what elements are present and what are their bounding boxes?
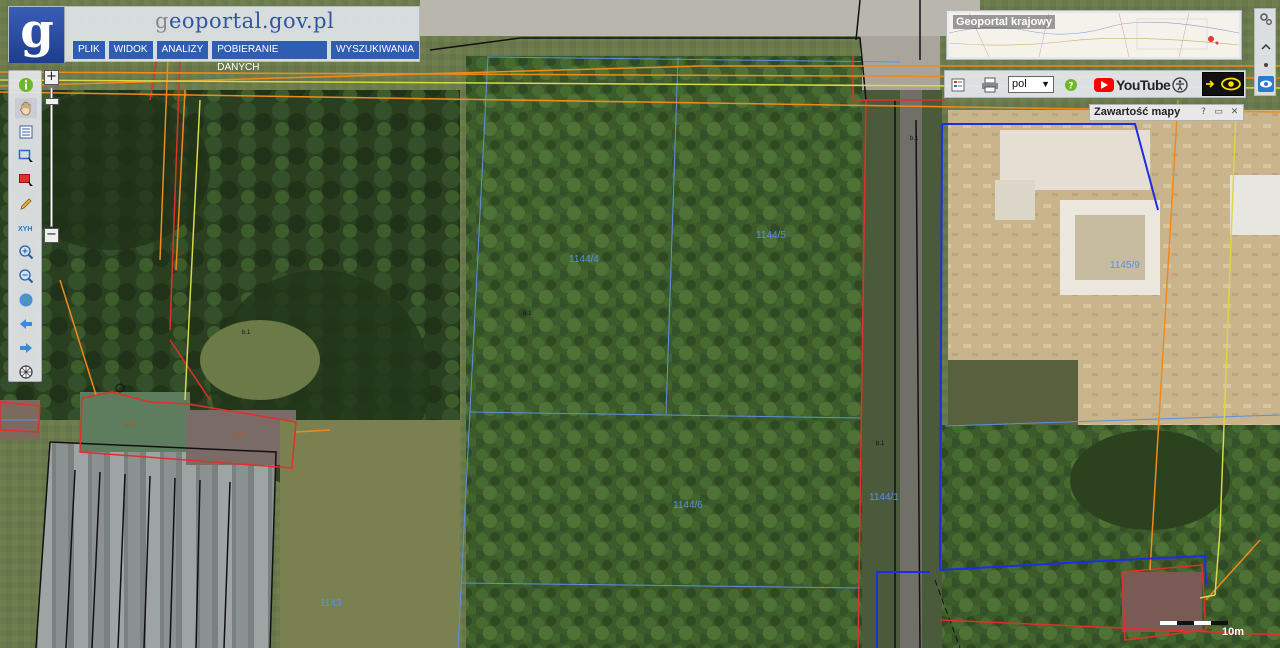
menu-pobieranie-danych[interactable]: POBIERANIE DANYCH [212, 41, 328, 73]
zoom-slider: + − [44, 70, 60, 244]
youtube-label: YouTube [1116, 77, 1171, 93]
gear-icon[interactable] [1258, 11, 1274, 27]
language-value: pol [1012, 78, 1027, 90]
logo-letter: g [20, 3, 54, 59]
youtube-link[interactable]: YouTube [1094, 76, 1171, 94]
scale-bar [1160, 621, 1228, 625]
pencil-icon[interactable] [15, 194, 37, 214]
menu-analizy[interactable]: ANALIZY [156, 41, 209, 59]
right-toolbar: pol ▼ ? YouTube [944, 70, 1246, 98]
site-title-prefix: g [155, 9, 169, 33]
maximize-icon[interactable]: ▭ [1213, 107, 1224, 118]
close-icon[interactable]: ✕ [1229, 107, 1240, 118]
back-arrow-icon[interactable] [15, 314, 37, 334]
geoportal-logo[interactable]: g [9, 7, 65, 63]
scale-label: 10m [1222, 626, 1245, 638]
svg-text:b.1: b.1 [242, 330, 251, 336]
main-menu: PLIK WIDOK ANALIZY POBIERANIE DANYCH WYS… [73, 41, 419, 73]
menu-plik[interactable]: PLIK [73, 41, 105, 59]
forward-arrow-icon[interactable] [15, 338, 37, 358]
dot-icon[interactable] [1258, 57, 1274, 73]
language-select[interactable]: pol ▼ [1008, 76, 1054, 93]
zoom-track[interactable] [50, 87, 53, 227]
tools-toolbar: XYH [8, 70, 42, 382]
svg-text:?: ? [1068, 82, 1073, 92]
zoom-plus-button[interactable]: + [44, 70, 59, 85]
reset-icon[interactable] [15, 362, 37, 382]
help-icon[interactable]: ? [1198, 107, 1209, 118]
chevron-up-icon[interactable] [1258, 39, 1274, 55]
svg-text:b.1: b.1 [523, 311, 532, 317]
accessibility-icon[interactable] [1171, 75, 1189, 95]
youtube-icon [1094, 78, 1114, 92]
globe-icon[interactable] [15, 290, 37, 310]
eye-icon [1221, 77, 1241, 91]
pan-hand-icon[interactable] [15, 98, 37, 118]
xyz-coordinates-icon[interactable]: XYH [15, 218, 37, 238]
site-title-rest: eoportal.gov.pl [168, 9, 335, 33]
help-icon[interactable]: ? [1062, 75, 1080, 95]
side-tools [1254, 8, 1276, 96]
visibility-eye-icon[interactable] [1258, 76, 1274, 92]
legend-icon[interactable] [949, 75, 967, 95]
zoom-handle[interactable] [45, 98, 59, 105]
print-icon[interactable] [979, 75, 1001, 95]
arrow-right-icon [1206, 80, 1215, 88]
site-title: geoportal.gov.pl [155, 9, 334, 33]
svg-text:b.1: b.1 [910, 136, 919, 142]
overview-map-panel: Geoportal krajowy [946, 10, 1242, 60]
high-contrast-toggle[interactable] [1202, 72, 1244, 96]
app-header: g geoportal.gov.pl PLIK WIDOK ANALIZY PO… [8, 6, 420, 73]
select-rectangle-icon[interactable] [15, 146, 37, 166]
svg-text:XYH: XYH [18, 226, 32, 233]
overview-map-title: Geoportal krajowy [953, 15, 1055, 29]
chevron-down-icon: ▼ [1041, 79, 1050, 89]
info-icon[interactable] [15, 75, 37, 95]
menu-widok[interactable]: WIDOK [108, 41, 153, 59]
map-contents-panel: Zawartość mapy ? ▭ ✕ [1089, 104, 1244, 121]
zoom-in-icon[interactable] [15, 242, 37, 262]
map-contents-title: Zawartość mapy [1094, 106, 1181, 118]
menu-wyszukiwania[interactable]: WYSZUKIWANIA [331, 41, 419, 59]
layers-icon[interactable] [15, 122, 37, 142]
deselect-icon[interactable] [15, 170, 37, 190]
zoom-minus-button[interactable]: − [44, 228, 59, 243]
zoom-out-icon[interactable] [15, 266, 37, 286]
svg-text:b.1: b.1 [876, 441, 885, 447]
